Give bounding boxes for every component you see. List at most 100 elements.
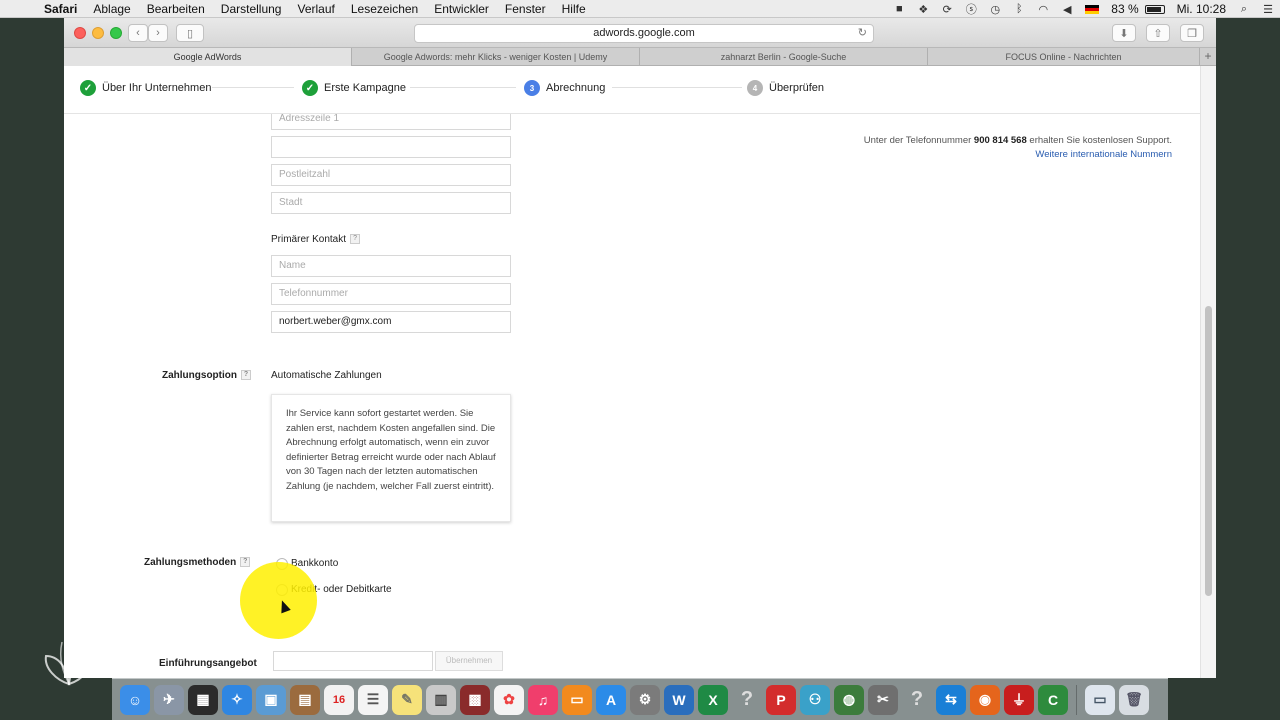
time-machine-icon[interactable]: ◷ — [983, 3, 1007, 16]
photo-booth-icon[interactable]: ▥ — [426, 684, 456, 715]
menu-ablage[interactable]: Ablage — [85, 2, 138, 16]
progress-steps: ✓ Über Ihr Unternehmen ✓ Erste Kampagne … — [64, 66, 1200, 114]
close-window-button[interactable] — [74, 27, 86, 39]
sidebar-button[interactable]: ▯ — [176, 24, 204, 42]
bluetooth-icon[interactable]: ᛒ — [1007, 3, 1031, 15]
unknown-app-icon[interactable]: ? — [732, 685, 762, 715]
excel-icon[interactable]: X — [698, 684, 728, 715]
acrobat-icon[interactable]: ⏚ — [1004, 684, 1034, 715]
downloads-button[interactable]: ⬇ — [1112, 24, 1136, 42]
help-icon[interactable]: ? — [241, 370, 251, 381]
minimize-window-button[interactable] — [92, 27, 104, 39]
step-label: Überprüfen — [769, 82, 825, 94]
downloads-stack-icon[interactable]: ▭ — [1085, 684, 1115, 715]
help-icon[interactable]: ? — [240, 557, 251, 568]
menu-app-name[interactable]: Safari — [36, 2, 85, 16]
notification-center-icon[interactable]: ☰ — [1256, 3, 1280, 16]
sync-icon[interactable]: ⟳ — [935, 3, 959, 16]
forward-button[interactable]: › — [148, 24, 168, 42]
clock[interactable]: Mi. 10:28 — [1171, 2, 1232, 16]
battery-icon[interactable] — [1144, 4, 1165, 14]
launchpad-icon[interactable]: ✈ — [154, 684, 184, 715]
check-icon: ✓ — [302, 80, 318, 96]
contact-email-input[interactable]: norbert.weber@gmx.com — [271, 311, 511, 333]
share-button[interactable]: ⇧ — [1146, 24, 1170, 42]
preview-icon[interactable]: ▣ — [256, 684, 286, 715]
menu-entwickler[interactable]: Entwickler — [426, 2, 497, 16]
battery-percent[interactable]: 83 % — [1105, 2, 1144, 16]
payment-methods-label: Zahlungsmethoden? — [144, 557, 251, 568]
tab-google-adwords[interactable]: Google AdWords — [64, 48, 352, 66]
unknown-app-icon[interactable]: ? — [902, 685, 932, 715]
photos-icon[interactable]: ✿ — [494, 684, 524, 715]
address-line-1-input[interactable]: Adresszeile 1 — [271, 114, 511, 130]
mission-control-icon[interactable]: ▦ — [188, 684, 218, 715]
tray-app-icon[interactable]: ■ — [887, 3, 911, 15]
messenger-icon[interactable]: ⚇ — [800, 684, 830, 715]
menu-darstellung[interactable]: Darstellung — [213, 2, 290, 16]
chevron-left-icon: ‹ — [136, 27, 140, 39]
trash-icon[interactable]: 🗑 — [1119, 684, 1149, 715]
city-input[interactable]: Stadt — [271, 192, 511, 214]
skype-icon[interactable]: ⓢ — [959, 1, 983, 17]
photo-app-icon[interactable]: ▩ — [460, 684, 490, 715]
address-url: adwords.google.com — [593, 27, 695, 39]
tab-udemy[interactable]: Google Adwords: mehr Klicks - weniger Ko… — [352, 48, 640, 66]
postal-code-input[interactable]: Postleitzahl — [271, 164, 511, 186]
teamviewer-icon[interactable]: ⇆ — [936, 684, 966, 715]
fullscreen-window-button[interactable] — [110, 27, 122, 39]
international-numbers-link[interactable]: Weitere internationale Nummern — [1035, 149, 1172, 160]
page-scrollbar[interactable] — [1200, 66, 1216, 678]
reminders-icon[interactable]: ☰ — [358, 684, 388, 715]
camtasia-icon[interactable]: C — [1038, 684, 1068, 715]
tab-focus-online[interactable]: FOCUS Online - Nachrichten — [928, 48, 1200, 66]
volume-icon[interactable]: ◀ — [1055, 3, 1079, 16]
menu-fenster[interactable]: Fenster — [497, 2, 554, 16]
show-tabs-button[interactable]: ❐ — [1180, 24, 1204, 42]
contact-name-input[interactable]: Name — [271, 255, 511, 277]
system-preferences-icon[interactable]: ⚙ — [630, 684, 660, 715]
download-icon: ⬇ — [1119, 27, 1129, 40]
step-first-campaign: ✓ Erste Kampagne — [302, 80, 406, 96]
word-icon[interactable]: W — [664, 684, 694, 715]
app-store-icon[interactable]: A — [596, 684, 626, 715]
itunes-icon[interactable]: ♫ — [528, 684, 558, 715]
menu-bearbeiten[interactable]: Bearbeiten — [139, 2, 213, 16]
help-icon[interactable]: ? — [350, 234, 361, 245]
menu-lesezeichen[interactable]: Lesezeichen — [343, 2, 426, 16]
contact-phone-input[interactable]: Telefonnummer — [271, 283, 511, 305]
support-line: Unter der Telefonnummer 900 814 568 erha… — [864, 134, 1172, 148]
check-icon: ✓ — [80, 80, 96, 96]
contacts-icon[interactable]: ▤ — [290, 684, 320, 715]
payment-option-description: Ihr Service kann sofort gestartet werden… — [271, 394, 511, 522]
step-connector — [410, 87, 516, 88]
utilities-icon[interactable]: ✂ — [868, 684, 898, 715]
network-icon[interactable]: ◍ — [834, 684, 864, 715]
address-line-2-input[interactable] — [271, 136, 511, 158]
apply-offer-button[interactable]: Übernehmen — [435, 651, 503, 671]
calendar-icon[interactable]: 16 — [324, 684, 354, 715]
firefox-icon[interactable]: ◉ — [970, 684, 1000, 715]
status-tray: ■ ❖ ⟳ ⓢ ◷ ᛒ ◠ ◀ 83 % Mi. 10:28 ⌕ ☰ — [887, 0, 1280, 18]
billing-form: Unter der Telefonnummer 900 814 568 erha… — [64, 114, 1200, 678]
menu-bar: Safari Ablage Bearbeiten Darstellung Ver… — [0, 0, 1280, 18]
scrollbar-thumb[interactable] — [1205, 306, 1212, 596]
reload-icon[interactable]: ↻ — [858, 25, 867, 42]
ibooks-icon[interactable]: ▭ — [562, 684, 592, 715]
notes-icon[interactable]: ✎ — [392, 684, 422, 715]
safari-icon[interactable]: ✧ — [222, 684, 252, 715]
menu-hilfe[interactable]: Hilfe — [554, 2, 594, 16]
wifi-icon[interactable]: ◠ — [1031, 3, 1055, 16]
finder-icon[interactable]: ☺ — [120, 684, 150, 715]
dropbox-icon[interactable]: ❖ — [911, 3, 935, 16]
tab-google-search[interactable]: zahnarzt Berlin - Google-Suche — [640, 48, 928, 66]
address-bar[interactable]: adwords.google.com ↻ — [414, 24, 874, 43]
intro-offer-input[interactable] — [273, 651, 433, 671]
powerpoint-icon[interactable]: P — [766, 684, 796, 715]
chevron-right-icon: › — [156, 27, 160, 39]
menu-verlauf[interactable]: Verlauf — [289, 2, 342, 16]
new-tab-button[interactable]: + — [1200, 48, 1216, 65]
keyboard-flag-icon[interactable] — [1085, 4, 1100, 14]
back-button[interactable]: ‹ — [128, 24, 148, 42]
spotlight-icon[interactable]: ⌕ — [1232, 3, 1256, 16]
